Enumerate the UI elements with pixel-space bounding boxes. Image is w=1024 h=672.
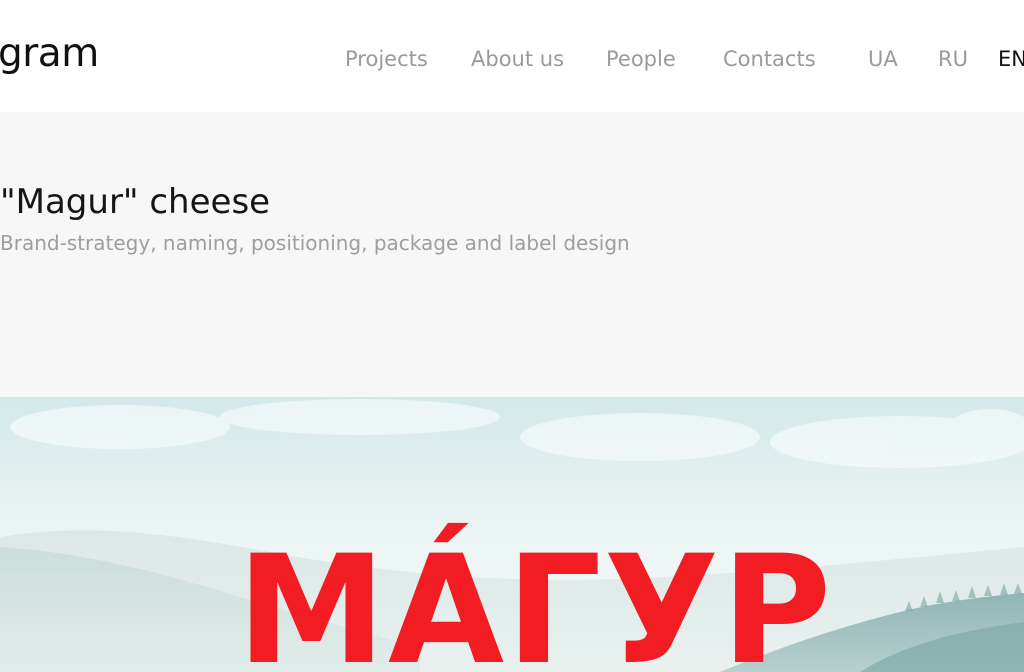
lang-ru[interactable]: RU [938, 45, 968, 73]
nav-about-us[interactable]: About us [471, 45, 564, 73]
nav-people[interactable]: People [606, 45, 676, 73]
nav-contacts[interactable]: Contacts [723, 45, 816, 73]
project-title: "Magur" cheese [0, 182, 271, 222]
site-header: gram Projects About us People Contacts U… [0, 0, 1024, 112]
hero-image: МÁГУР [0, 397, 1024, 672]
brand-wordmark: МÁГУР [237, 523, 834, 672]
site-logo[interactable]: gram [0, 30, 99, 78]
page: gram Projects About us People Contacts U… [0, 0, 1024, 672]
lang-ua[interactable]: UA [868, 45, 898, 73]
lang-en[interactable]: EN [998, 45, 1024, 73]
project-subtitle: Brand-strategy, naming, positioning, pac… [0, 231, 630, 255]
nav-projects[interactable]: Projects [345, 45, 428, 73]
project-intro: "Magur" cheese Brand-strategy, naming, p… [0, 112, 1024, 397]
mountain-landscape: МÁГУР [0, 397, 1024, 672]
